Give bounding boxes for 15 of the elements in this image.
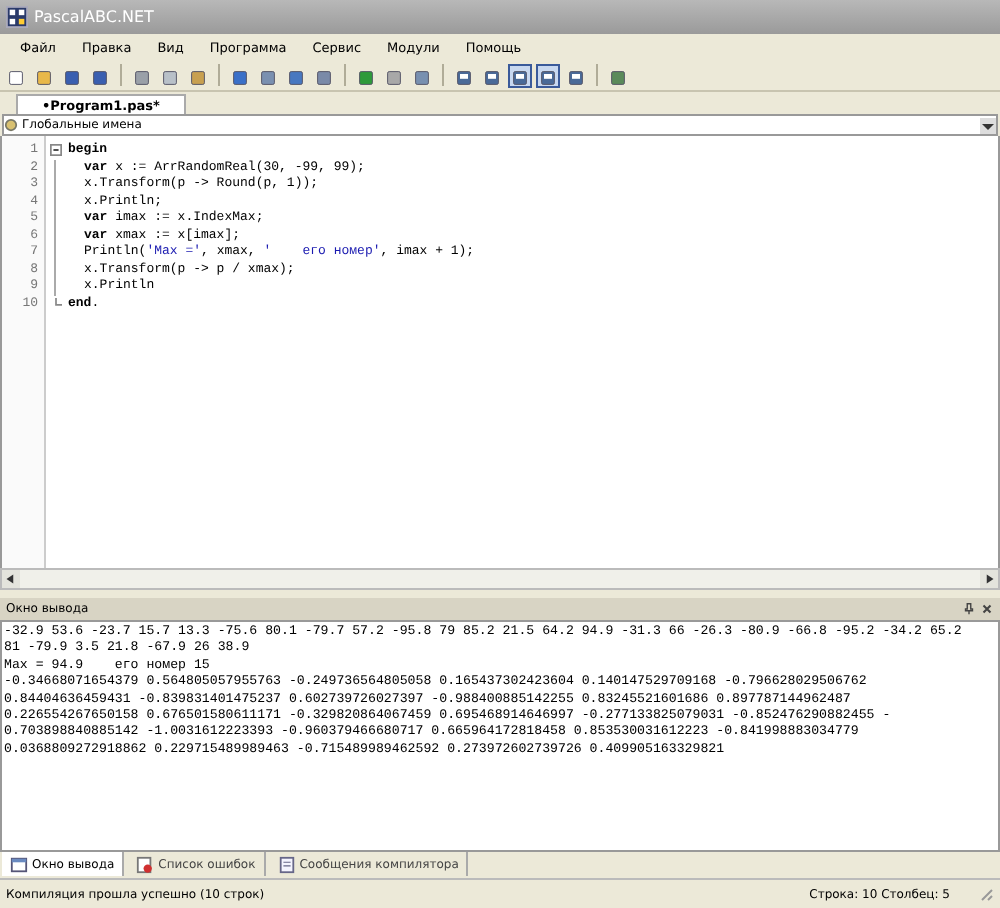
error-list-icon [136,855,155,873]
document-icon [277,855,296,873]
window-title: PascalABC.NET [34,8,154,26]
fold-end-icon [49,297,61,310]
scroll-left-icon[interactable] [2,570,20,588]
scope-icon [4,118,18,132]
dropdown-arrow-icon [980,117,996,133]
window-icon [10,855,28,873]
collapse-icon[interactable] [49,144,61,157]
horizontal-scrollbar[interactable] [0,568,1000,590]
app-icon [6,6,28,28]
close-icon[interactable] [980,602,994,616]
scroll-right-icon[interactable] [980,570,998,588]
pin-icon[interactable] [962,602,976,616]
resize-grip-icon[interactable] [978,886,994,902]
